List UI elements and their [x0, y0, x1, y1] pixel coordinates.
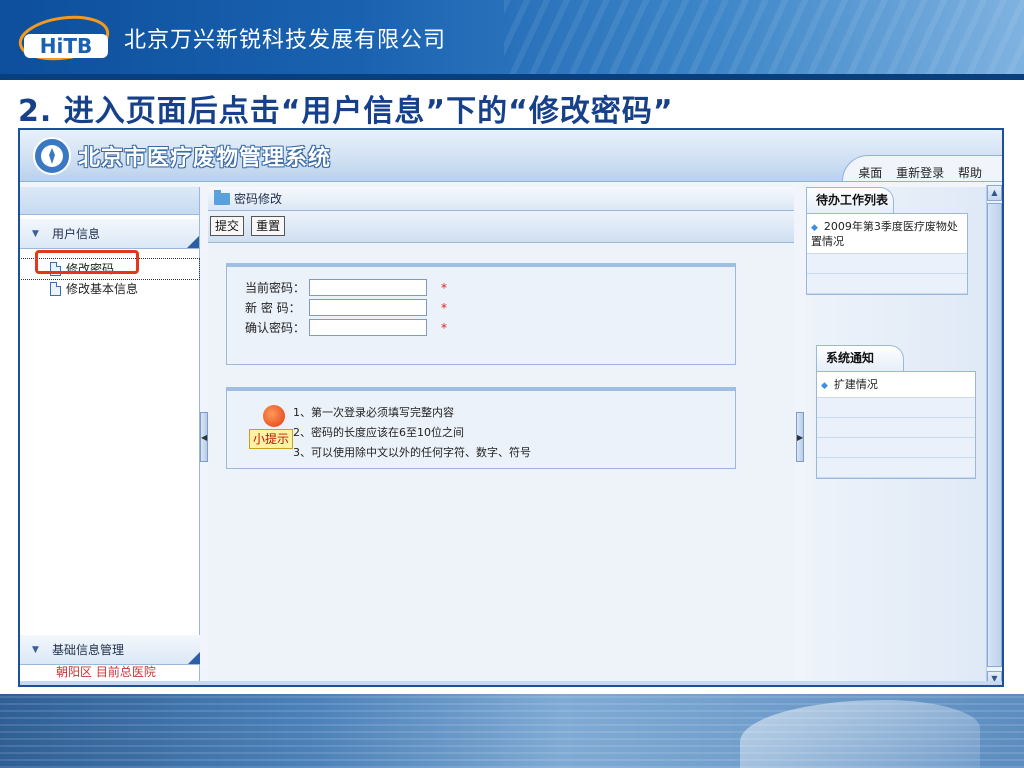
todo-tab: 待办工作列表 — [806, 187, 968, 213]
app-window: 北京市医疗废物管理系统 桌面 重新登录 帮助 ▼ 用户信息 修改密码 修改基本信… — [18, 128, 1004, 687]
todo-list: ◆ 2009年第3季度医疗废物处置情况 — [806, 213, 968, 295]
required-mark: * — [441, 301, 447, 315]
company-logo: HiTB — [18, 15, 110, 61]
svg-text:HiTB: HiTB — [40, 34, 92, 58]
notice-list: ◆ 扩建情况 — [816, 371, 976, 479]
status-bar — [20, 681, 1002, 685]
new-password-input[interactable] — [309, 299, 427, 316]
tip-label: 小提示 — [249, 429, 293, 449]
bullet-icon: ◆ — [821, 381, 828, 391]
corner-decoration — [187, 236, 199, 248]
collapse-left-handle[interactable]: ◀ — [200, 412, 208, 462]
tip-icon: 小提示 — [249, 405, 293, 451]
highlight-annotation — [35, 250, 139, 274]
new-password-label: 新 密 码： — [245, 301, 301, 315]
help-link[interactable]: 帮助 — [958, 166, 982, 180]
empty-row — [817, 438, 975, 458]
empty-row — [817, 458, 975, 478]
nav-section-base-info[interactable]: ▼ 基础信息管理 — [20, 635, 200, 665]
pushpin-icon — [263, 405, 285, 427]
scroll-up-icon[interactable]: ▲ — [987, 185, 1002, 201]
desktop-link[interactable]: 桌面 — [858, 166, 882, 180]
right-panel: 待办工作列表 ◆ 2009年第3季度医疗废物处置情况 系统通知 ◆ 扩建情况 — [806, 187, 986, 685]
form-row-current: 当前密码： * — [245, 279, 447, 297]
confirm-password-input[interactable] — [309, 319, 427, 336]
expand-arrow-icon: ▼ — [32, 645, 39, 655]
current-password-input[interactable] — [309, 279, 427, 296]
toolbar: 提交 重置 — [208, 211, 794, 243]
breadcrumb: 密码修改 — [208, 187, 794, 211]
scroll-thumb[interactable] — [987, 203, 1002, 667]
password-form: 当前密码： * 新 密 码： * 确认密码： * — [226, 263, 736, 365]
nav-top-bar — [20, 187, 199, 215]
empty-row — [817, 418, 975, 438]
required-mark: * — [441, 321, 447, 335]
nav-section-label: 用户信息 — [52, 227, 101, 241]
nav-cut-item[interactable]: 朝阳区 目前总医院 — [20, 665, 200, 679]
todo-widget: 待办工作列表 ◆ 2009年第3季度医疗废物处置情况 — [806, 187, 968, 295]
nav-section-user-info[interactable]: ▼ 用户信息 — [20, 219, 199, 249]
relogin-link[interactable]: 重新登录 — [896, 166, 944, 180]
nav-item-edit-basic-info[interactable]: 修改基本信息 — [20, 279, 199, 299]
main-content: 密码修改 提交 重置 当前密码： * 新 密 码： * 确认密码： * 小提示 1、第… — [208, 187, 794, 685]
form-row-confirm: 确认密码： * — [245, 319, 447, 337]
todo-item[interactable]: ◆ 2009年第3季度医疗废物处置情况 — [807, 214, 967, 254]
app-emblem-icon — [33, 137, 71, 175]
expand-arrow-icon: ▼ — [32, 229, 39, 239]
reset-button[interactable]: 重置 — [251, 216, 286, 236]
header-decoration — [504, 0, 1024, 80]
step-title: 2. 进入页面后点击“用户信息”下的“修改密码” — [18, 94, 674, 129]
tip-line: 3、可以使用除中文以外的任何字符、数字、符号 — [293, 446, 531, 459]
form-row-new: 新 密 码： * — [245, 299, 447, 317]
empty-row — [807, 274, 967, 294]
required-mark: * — [441, 281, 447, 295]
header-links: 桌面 重新登录 帮助 — [848, 164, 982, 181]
current-password-label: 当前密码： — [245, 281, 306, 295]
slide-footer — [0, 694, 1024, 768]
header-stripe — [0, 74, 1024, 80]
nav-item-label: 修改基本信息 — [66, 282, 139, 296]
notice-item[interactable]: ◆ 扩建情况 — [817, 372, 975, 398]
notice-tab: 系统通知 — [816, 345, 976, 371]
corner-decoration — [188, 652, 200, 664]
bullet-icon: ◆ — [811, 223, 818, 233]
breadcrumb-label: 密码修改 — [234, 192, 283, 206]
empty-row — [817, 398, 975, 418]
vertical-scrollbar[interactable]: ▲ ▼ — [986, 185, 1002, 685]
tip-list: 1、第一次登录必须填写完整内容 2、密码的长度应该在6至10位之间 3、可以使用… — [293, 403, 531, 463]
slide-header: HiTB 北京万兴新锐科技发展有限公司 — [0, 0, 1024, 80]
tips-panel: 小提示 1、第一次登录必须填写完整内容 2、密码的长度应该在6至10位之间 3、… — [226, 387, 736, 469]
tip-line: 1、第一次登录必须填写完整内容 — [293, 406, 454, 419]
empty-row — [807, 254, 967, 274]
document-icon — [50, 282, 61, 296]
confirm-password-label: 确认密码： — [245, 321, 306, 335]
submit-button[interactable]: 提交 — [210, 216, 245, 236]
folder-icon — [214, 190, 230, 205]
collapse-right-handle[interactable]: ▶ — [796, 412, 804, 462]
tip-line: 2、密码的长度应该在6至10位之间 — [293, 426, 464, 439]
nav-bottom: ▼ 基础信息管理 朝阳区 目前总医院 — [20, 631, 200, 679]
nav-section-label: 基础信息管理 — [52, 643, 125, 657]
notice-widget: 系统通知 ◆ 扩建情况 — [816, 345, 976, 479]
app-title: 北京市医疗废物管理系统 — [78, 146, 332, 171]
app-header: 北京市医疗废物管理系统 桌面 重新登录 帮助 — [20, 130, 1002, 182]
company-name: 北京万兴新锐科技发展有限公司 — [124, 28, 447, 53]
